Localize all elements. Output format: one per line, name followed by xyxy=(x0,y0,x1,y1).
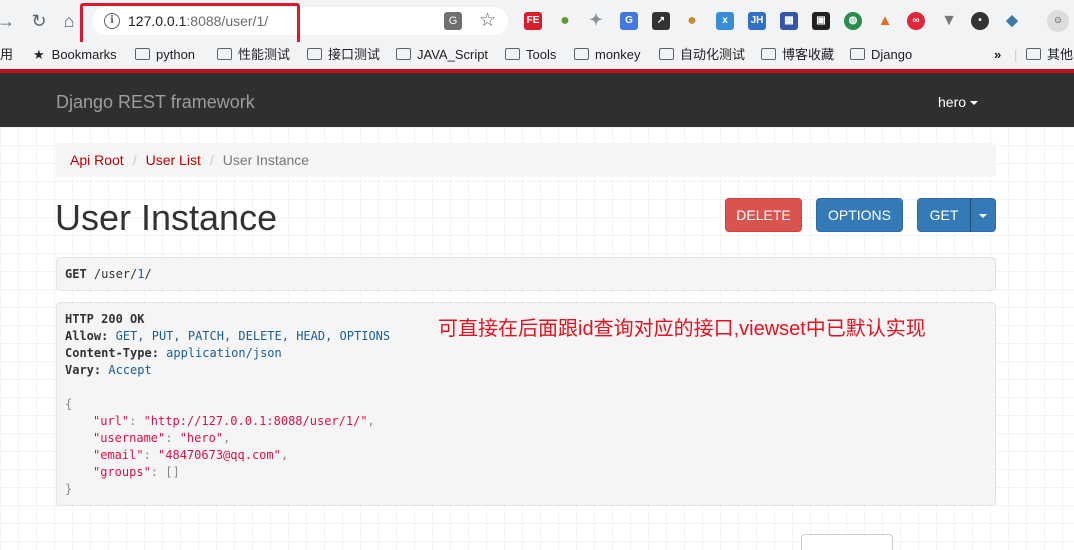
folder-icon xyxy=(505,48,520,60)
folder-icon xyxy=(1026,48,1041,60)
request-info: GET /user/1/ xyxy=(56,257,996,291)
breadcrumb-separator: / xyxy=(209,152,214,168)
breadcrumb: Api Root / User List / User Instance xyxy=(56,143,996,177)
breadcrumb-separator: / xyxy=(132,152,137,168)
json-url-link[interactable]: "http://127.0.0.1:8088/user/1/" xyxy=(144,414,368,428)
caret-down-icon xyxy=(970,101,979,106)
options-button[interactable]: OPTIONS xyxy=(816,198,903,232)
json-open-brace: { xyxy=(65,397,73,411)
translate-icon[interactable]: G xyxy=(444,12,462,30)
folder-icon xyxy=(135,48,150,60)
json-field-url: "url": "http://127.0.0.1:8088/user/1/", xyxy=(93,414,375,428)
bookmark-api-testing[interactable]: 接口测试 xyxy=(307,46,380,64)
folder-icon xyxy=(659,48,674,60)
delete-button[interactable]: DELETE xyxy=(725,198,802,232)
breadcrumb-api-root[interactable]: Api Root xyxy=(70,152,124,168)
bookmark-blogs[interactable]: 博客收藏 xyxy=(761,46,834,64)
bookmark-other[interactable]: 其他 xyxy=(1026,46,1073,64)
bookmark-automation[interactable]: 自动化测试 xyxy=(659,46,745,64)
json-field-email: "email": "48470673@qq.com", xyxy=(93,448,289,462)
get-format-dropdown[interactable] xyxy=(970,198,996,232)
extension-globe-icon[interactable]: ◍ xyxy=(844,12,862,30)
json-field-username: "username": "hero", xyxy=(93,431,231,445)
response-vary-header: Vary: Accept xyxy=(65,363,152,377)
extension-fe-icon[interactable]: FE xyxy=(524,12,542,30)
bookmarks-overflow-button[interactable]: » xyxy=(994,46,1001,64)
home-icon[interactable]: ⌂ xyxy=(59,11,79,31)
bottom-form-tab[interactable] xyxy=(801,534,893,550)
request-path: /user/1/ xyxy=(93,267,152,281)
folder-icon xyxy=(850,48,865,60)
caret-down-icon xyxy=(979,214,987,219)
forward-icon[interactable]: → xyxy=(0,11,16,31)
extension-chat-icon[interactable]: • xyxy=(971,12,989,30)
json-field-groups: "groups": [] xyxy=(93,465,180,479)
extension-grid-icon[interactable]: ▦ xyxy=(780,12,798,30)
folder-icon xyxy=(217,48,232,60)
folder-icon xyxy=(761,48,776,60)
extension-fox-icon[interactable]: ▲ xyxy=(876,12,894,30)
user-dropdown[interactable]: hero xyxy=(938,94,979,110)
bookmark-monkey[interactable]: monkey xyxy=(574,46,641,64)
annotation-text: 可直接在后面跟id查询对应的接口,viewset中已默认实现 xyxy=(438,318,926,340)
response-allow-header: Allow: GET, PUT, PATCH, DELETE, HEAD, OP… xyxy=(65,329,391,343)
profile-avatar[interactable]: ☺ xyxy=(1047,10,1069,32)
bookmark-bookmarks[interactable]: ★ Bookmarks xyxy=(33,46,117,64)
response-content-type-header: Content-Type: application/json xyxy=(65,346,282,360)
folder-icon xyxy=(307,48,322,60)
extension-jh-icon[interactable]: JH xyxy=(748,12,766,30)
json-close-brace: } xyxy=(65,482,73,496)
brand-link[interactable]: Django REST framework xyxy=(56,92,255,113)
response-status: HTTP 200 OK xyxy=(65,312,145,326)
breadcrumb-user-list[interactable]: User List xyxy=(146,152,201,168)
get-button[interactable]: GET xyxy=(917,198,971,232)
bookmark-star-icon[interactable]: ☆ xyxy=(479,9,496,32)
bookmark-apps[interactable]: 用 xyxy=(0,46,13,64)
extension-vue-icon[interactable]: ▼ xyxy=(940,12,958,30)
bookmarks-divider: | xyxy=(1014,47,1018,62)
request-method: GET xyxy=(65,267,87,281)
navbar: Django REST framework hero xyxy=(0,73,1074,127)
breadcrumb-current: User Instance xyxy=(222,152,310,168)
extension-python-icon[interactable]: ◆ xyxy=(1003,12,1021,30)
bookmark-javascript[interactable]: JAVA_Script xyxy=(396,46,488,64)
extension-x-icon[interactable]: x xyxy=(716,12,734,30)
bookmark-perf-testing[interactable]: 性能测试 xyxy=(217,46,290,64)
bookmark-python[interactable]: python xyxy=(135,46,195,64)
reload-icon[interactable]: ↻ xyxy=(29,11,49,31)
folder-icon xyxy=(574,48,589,60)
extension-infinity-icon[interactable]: ∞ xyxy=(907,12,925,30)
bookmarks-bar: 用 ★ Bookmarks python 性能测试 接口测试 JAVA_Scrip… xyxy=(0,42,1074,69)
bookmark-django[interactable]: Django xyxy=(850,46,912,64)
folder-icon xyxy=(396,48,411,60)
star-icon: ★ xyxy=(33,47,45,62)
extension-puzzle-icon[interactable]: ✦ xyxy=(587,12,605,30)
extension-translate-icon[interactable]: G xyxy=(620,12,638,30)
extension-cookie-icon[interactable]: ● xyxy=(683,12,701,30)
extension-apple-icon[interactable]: ● xyxy=(556,12,574,30)
page-title: User Instance xyxy=(55,197,278,238)
bookmark-tools[interactable]: Tools xyxy=(505,46,556,64)
extension-qr-icon[interactable]: ▣ xyxy=(812,12,830,30)
extension-chart-icon[interactable]: ↗ xyxy=(652,12,670,30)
